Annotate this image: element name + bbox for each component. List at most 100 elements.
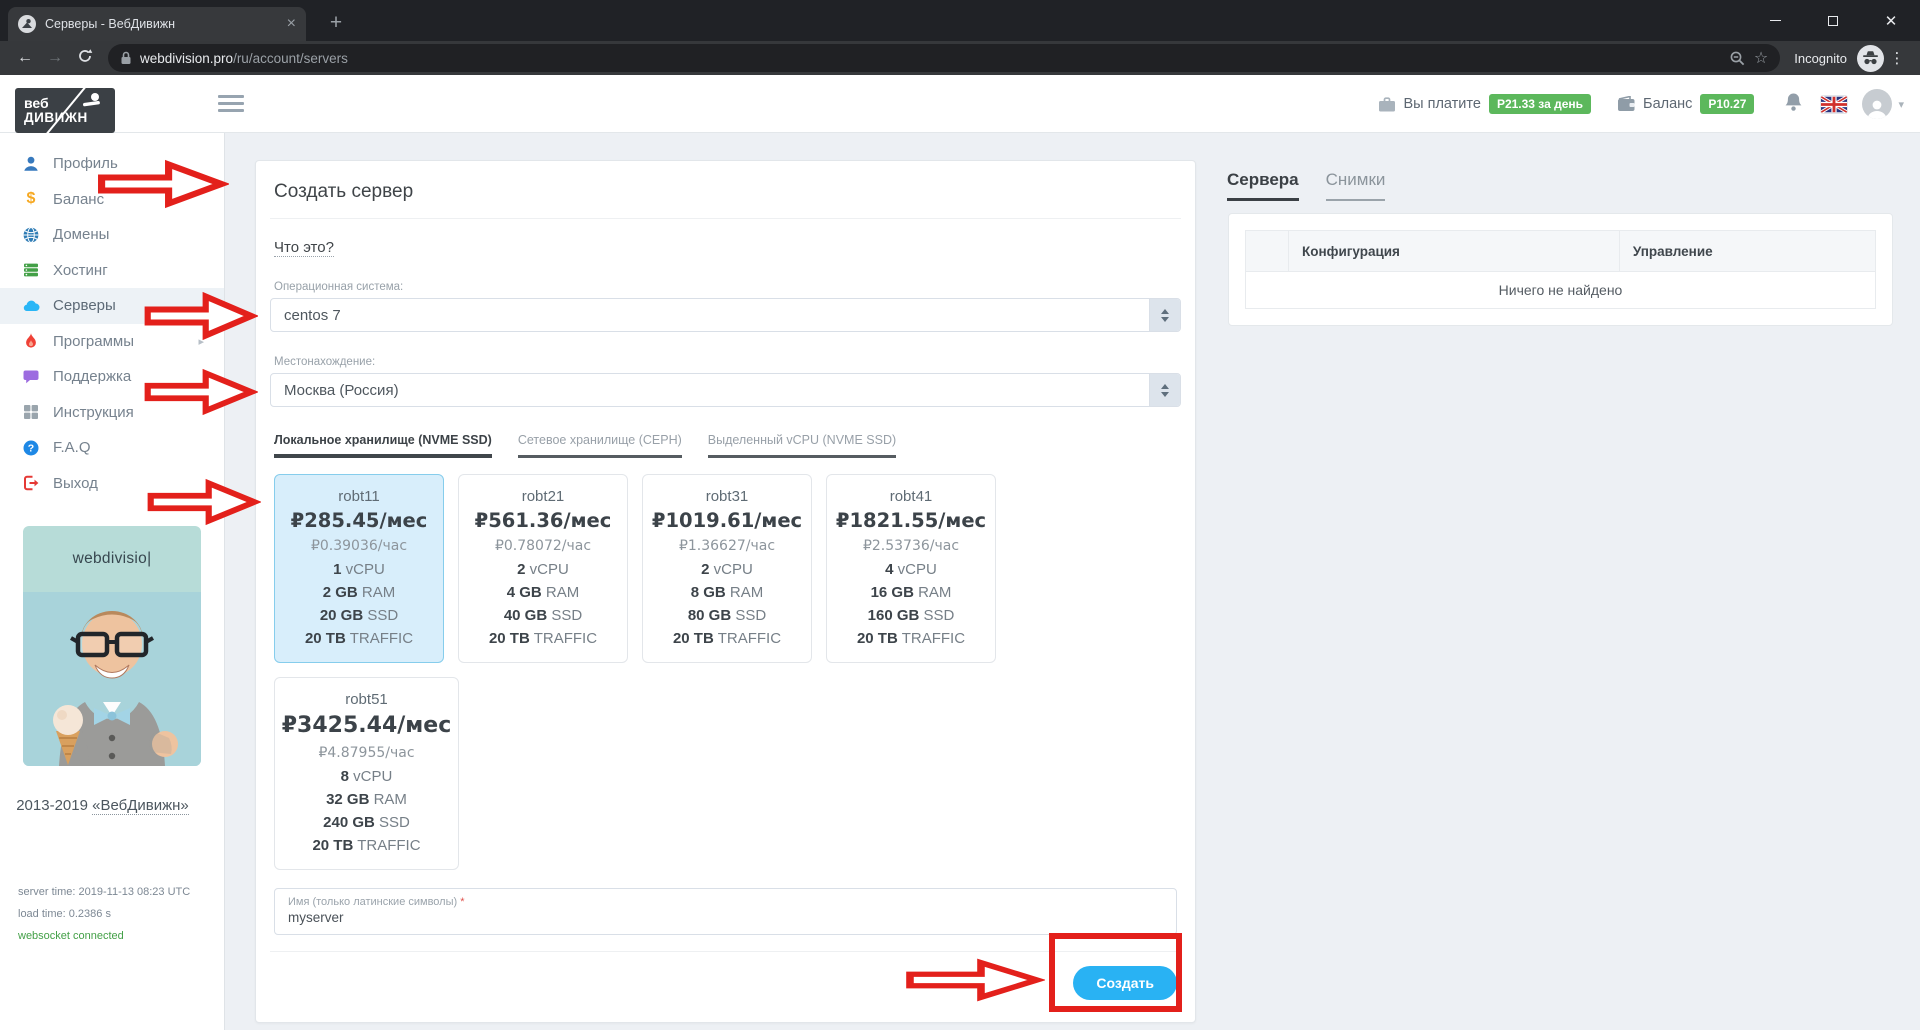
new-tab-button[interactable]: +: [322, 9, 350, 37]
bookmark-star-icon[interactable]: ☆: [1754, 48, 1768, 68]
plan-hourly-price: ₽1.36627/час: [678, 538, 776, 554]
plan-name: robt21: [521, 488, 565, 505]
zoom-out-icon[interactable]: [1729, 50, 1746, 67]
plan-card-robt21[interactable]: robt21 ₽561.36/мес ₽0.78072/час 2 vCPU 4 GB …: [458, 474, 628, 663]
plan-card-robt51[interactable]: robt51 ₽3425.44/мес ₽4.87955/час 8 vCPU 32 G…: [274, 677, 459, 870]
notifications-bell-icon[interactable]: [1784, 92, 1803, 117]
plan-card-robt31[interactable]: robt31 ₽1019.61/мес ₽1.36627/час 2 vCPU 8 GB…: [642, 474, 812, 663]
browser-menu-icon[interactable]: ⋮: [1884, 49, 1910, 67]
flame-icon: [22, 332, 40, 350]
app-header: веб ДИВИЖН Вы платите Р21.33 за день Бал…: [0, 75, 1920, 133]
tab-title: Серверы - ВебДивижн: [45, 17, 176, 31]
servers-table: Конфигурация Управление Ничего не найдено: [1245, 230, 1876, 309]
plan-spec: 1 vCPU: [333, 561, 385, 578]
os-select[interactable]: centos 7: [144, 291, 1181, 341]
language-flag-icon[interactable]: [1821, 95, 1848, 113]
sidebar-item-label: Домены: [53, 226, 110, 244]
sidebar-menu: Профиль $ Баланс Домены Хостинг Серверы Програ…: [0, 133, 224, 501]
sidebar-item-программы[interactable]: Программы ▸: [0, 324, 224, 360]
panel-tab-0[interactable]: Сервера: [1227, 170, 1299, 201]
plan-spec: 2 GB RAM: [322, 584, 396, 601]
plan-spec: 4 vCPU: [885, 561, 937, 578]
table-header-row: Конфигурация Управление: [1246, 231, 1875, 271]
plan-name: robt11: [338, 488, 380, 505]
panel-tab-1[interactable]: Снимки: [1325, 170, 1386, 201]
logout-icon: [22, 474, 40, 492]
plan-monthly-price: ₽561.36/мес: [474, 509, 612, 532]
plan-spec: 40 GB SSD: [503, 607, 583, 624]
plan-cards: robt11 ₽285.45/мес ₽0.39036/час 1 vCPU 2 GB …: [147, 474, 1181, 870]
back-icon[interactable]: ←: [10, 49, 40, 67]
plan-spec: 20 TB TRAFFIC: [488, 630, 598, 647]
plan-spec: 20 GB SSD: [319, 607, 399, 624]
plan-card-robt11[interactable]: robt11 ₽285.45/мес ₽0.39036/час 1 vCPU 2 GB …: [147, 474, 444, 663]
server-name-value: myserver: [288, 910, 344, 925]
copyright-link[interactable]: «ВебДивижн»: [92, 797, 189, 815]
forward-icon[interactable]: →: [40, 49, 70, 67]
plan-monthly-price: ₽285.45/мес: [290, 509, 428, 532]
page: веб ДИВИЖН Вы платите Р21.33 за день Бал…: [0, 75, 1920, 1030]
plan-spec: 2 vCPU: [701, 561, 753, 578]
servers-panel: Конфигурация Управление Ничего не найдено: [1228, 213, 1893, 326]
location-select[interactable]: Москва (Россия): [144, 368, 1181, 416]
storage-tab-0[interactable]: Локальное хранилище (NVME SSD): [274, 433, 492, 458]
server-name-input[interactable]: Имя (только латинские символы) * myserve…: [98, 159, 1177, 935]
account-caret-icon[interactable]: ▾: [1898, 98, 1904, 111]
storage-tabs: Локальное хранилище (NVME SSD) Сетевое хр…: [274, 433, 1177, 458]
plan-monthly-price: ₽1019.61/мес: [651, 509, 803, 532]
incognito-label: Incognito: [1794, 50, 1847, 66]
url-text: webdivision.pro/ru/account/servers: [140, 50, 348, 66]
url-bar[interactable]: webdivision.pro/ru/account/servers ☆: [108, 44, 1781, 72]
incognito-badge-icon: [1857, 44, 1884, 72]
plan-card-robt41[interactable]: robt41 ₽1821.55/мес ₽2.53736/час 4 vCPU 16 G…: [826, 474, 996, 663]
sidebar: Профиль $ Баланс Домены Хостинг Серверы Програ…: [0, 133, 225, 1030]
sidebar-item-label: Баланс: [53, 190, 105, 208]
plan-monthly-price: ₽1821.55/мес: [835, 509, 987, 532]
sidebar-item-хостинг[interactable]: Хостинг: [0, 253, 224, 289]
location-label: Местонахождение:: [274, 356, 376, 368]
promo-text: webdivisio|: [72, 550, 152, 567]
balance-label: Баланс: [1643, 96, 1693, 112]
table-header-cell: Управление: [1618, 231, 1875, 271]
storage-tab-1[interactable]: Сетевое хранилище (CEPH): [517, 433, 682, 458]
reload-icon[interactable]: [70, 48, 100, 69]
app-logo[interactable]: веб ДИВИЖН: [15, 88, 115, 133]
plan-spec: 20 TB TRAFFIC: [312, 837, 421, 854]
select-stepper-icon[interactable]: [1149, 374, 1180, 406]
sidebar-item-поддержка[interactable]: Поддержка: [0, 359, 224, 395]
plan-spec: 4 GB RAM: [506, 584, 580, 601]
sidebar-item-label: F.A.Q: [53, 439, 91, 457]
sidebar-item-инструкция[interactable]: Инструкция: [0, 395, 224, 431]
sidebar-item-выход[interactable]: Выход: [0, 466, 224, 502]
select-stepper-icon[interactable]: [1149, 299, 1180, 331]
copyright: 2013-2019 «ВебДивижн»: [16, 797, 189, 815]
minimize-icon[interactable]: [1746, 0, 1804, 41]
sidebar-item-серверы[interactable]: Серверы: [0, 288, 224, 324]
tab-close-icon[interactable]: ×: [287, 16, 296, 32]
svg-text:?: ?: [28, 442, 34, 454]
maximize-icon[interactable]: [1804, 0, 1862, 41]
sidebar-item-профиль[interactable]: Профиль: [0, 146, 224, 182]
os-select-value: centos 7: [284, 306, 341, 324]
what-is-this-link[interactable]: Что это?: [274, 239, 334, 257]
submenu-caret-icon: ▸: [198, 335, 204, 348]
sidebar-item-баланс[interactable]: $ Баланс: [0, 182, 224, 218]
sidebar-item-домены[interactable]: Домены: [0, 217, 224, 253]
plan-name: robt51: [345, 691, 388, 708]
create-button[interactable]: Создать: [1073, 966, 1177, 1000]
grid-icon: [22, 403, 40, 421]
storage-tab-2[interactable]: Выделенный vCPU (NVME SSD): [707, 433, 897, 458]
hamburger-menu-icon[interactable]: [218, 95, 244, 116]
globe-icon: [22, 226, 40, 244]
close-icon[interactable]: ✕: [1862, 0, 1920, 41]
plan-hourly-price: ₽2.53736/час: [862, 538, 960, 554]
plan-hourly-price: ₽4.87955/час: [318, 745, 415, 761]
sidebar-item-label: Выход: [53, 474, 98, 492]
server-time: server time: 2019-11-13 08:23 UTC: [18, 886, 191, 898]
browser-tab[interactable]: Серверы - ВебДивижн ×: [8, 7, 306, 41]
plan-hourly-price: ₽0.39036/час: [310, 538, 408, 554]
user-avatar[interactable]: [1862, 89, 1893, 119]
promo-ad-card[interactable]: webdivisio|: [23, 526, 201, 766]
sidebar-item-f-a-q[interactable]: ? F.A.Q: [0, 430, 224, 466]
plan-spec: 2 vCPU: [517, 561, 569, 578]
